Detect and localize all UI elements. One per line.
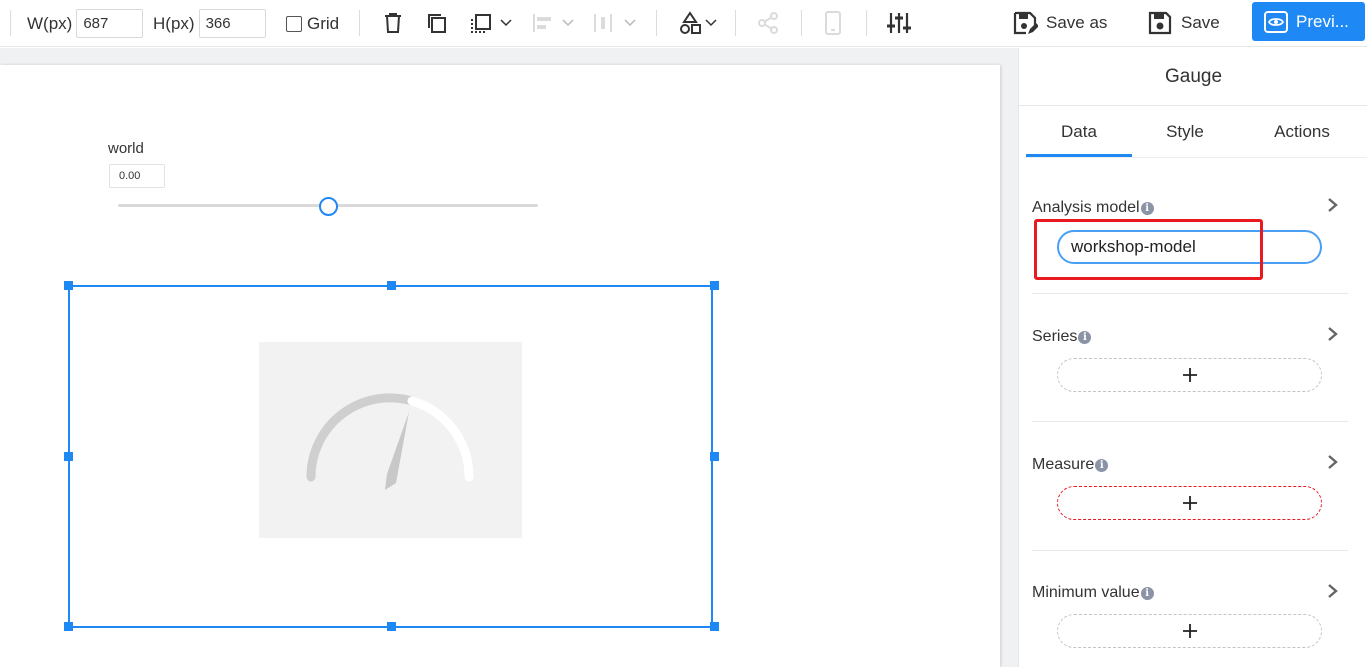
copy-icon[interactable]	[422, 8, 452, 38]
active-tab-indicator	[1026, 154, 1132, 157]
tab-data[interactable]: Data	[1026, 107, 1132, 157]
toolbar: W(px) 687 H(px) 366 Grid Save as Save Pr…	[0, 0, 1367, 47]
info-icon[interactable]: i	[1140, 586, 1154, 600]
width-control: W(px) 687	[27, 0, 144, 47]
grid-toggle[interactable]: Grid	[286, 0, 339, 47]
save-as-icon	[1013, 11, 1038, 35]
align-left-icon[interactable]	[528, 8, 558, 38]
chevron-right-icon[interactable]	[1326, 454, 1340, 470]
tabs-divider	[1026, 157, 1367, 158]
resize-handle[interactable]	[710, 622, 719, 631]
slider-label: world	[108, 140, 144, 157]
width-input[interactable]: 687	[76, 9, 144, 38]
section-divider	[1032, 421, 1348, 422]
info-icon[interactable]: i	[1078, 330, 1092, 344]
section-divider	[1032, 550, 1348, 551]
design-canvas[interactable]: world 0.00	[0, 65, 1000, 667]
toolbar-divider	[359, 10, 360, 36]
distribute-icon[interactable]	[588, 8, 618, 38]
preview-label: Previ...	[1296, 11, 1349, 31]
minimum-value-label: Minimum value	[1032, 584, 1140, 601]
plus-icon	[1182, 624, 1197, 638]
section-divider	[1032, 293, 1348, 294]
highlight-box	[1034, 219, 1263, 280]
plus-icon	[1182, 368, 1197, 382]
resize-handle[interactable]	[387, 281, 396, 290]
resize-handle[interactable]	[64, 452, 73, 461]
chevron-right-icon[interactable]	[1326, 583, 1340, 599]
save-label: Save	[1181, 13, 1220, 32]
info-icon[interactable]: i	[1095, 458, 1109, 472]
properties-panel: Gauge Data Style Actions Analysis model …	[1018, 48, 1367, 667]
layer-icon[interactable]	[466, 8, 496, 38]
save-as-label: Save as	[1046, 13, 1108, 32]
resize-handle[interactable]	[710, 281, 719, 290]
toolbar-divider	[866, 10, 867, 36]
width-label: W(px)	[27, 13, 73, 33]
series-title: Series i	[1032, 328, 1092, 346]
grid-label: Grid	[307, 13, 340, 33]
plus-icon	[1182, 496, 1197, 510]
height-control: H(px) 366	[153, 0, 266, 47]
add-minimum-value-button[interactable]	[1057, 614, 1322, 648]
measure-label: Measure	[1032, 456, 1095, 473]
save-icon	[1148, 11, 1172, 35]
chevron-down-icon[interactable]	[500, 17, 512, 27]
add-series-button[interactable]	[1057, 358, 1322, 392]
add-measure-button[interactable]	[1057, 486, 1322, 520]
toolbar-divider	[735, 10, 736, 36]
grid-checkbox[interactable]	[286, 15, 302, 32]
save-as-button[interactable]: Save as	[1012, 6, 1107, 40]
height-input[interactable]: 366	[198, 9, 266, 38]
chevron-right-icon[interactable]	[1326, 197, 1340, 213]
tab-style[interactable]: Style	[1132, 107, 1238, 157]
toolbar-divider	[801, 10, 802, 36]
toolbar-divider	[656, 10, 657, 36]
analysis-model-label: Analysis model	[1032, 199, 1140, 216]
resize-handle[interactable]	[64, 622, 73, 631]
resize-handle[interactable]	[64, 281, 73, 290]
gauge-icon	[306, 393, 474, 490]
toolbar-divider	[10, 10, 11, 36]
minimum-value-title: Minimum value i	[1032, 584, 1154, 602]
eye-icon	[1264, 10, 1288, 33]
slider-thumb[interactable]	[318, 197, 338, 216]
canvas-area: world 0.00	[0, 48, 1018, 667]
settings-sliders-icon[interactable]	[884, 8, 914, 38]
tab-actions[interactable]: Actions	[1247, 107, 1357, 157]
resize-handle[interactable]	[387, 622, 396, 631]
series-label: Series	[1032, 328, 1078, 345]
chevron-right-icon[interactable]	[1326, 326, 1340, 342]
mobile-icon[interactable]	[818, 8, 848, 38]
gauge-placeholder	[259, 342, 522, 538]
analysis-model-title: Analysis model i	[1032, 199, 1154, 217]
info-icon[interactable]: i	[1140, 201, 1154, 215]
chevron-down-icon[interactable]	[562, 17, 574, 27]
slider-value-input[interactable]: 0.00	[109, 164, 165, 188]
shapes-icon[interactable]	[675, 8, 705, 38]
delete-icon[interactable]	[378, 8, 408, 38]
chevron-down-icon[interactable]	[624, 17, 636, 27]
save-button[interactable]: Save	[1147, 6, 1220, 40]
chevron-down-icon[interactable]	[705, 17, 717, 27]
preview-button[interactable]: Previ...	[1252, 2, 1365, 41]
share-icon[interactable]	[753, 8, 783, 38]
panel-title: Gauge	[1019, 48, 1367, 106]
measure-title: Measure i	[1032, 456, 1109, 474]
resize-handle[interactable]	[710, 452, 719, 461]
height-label: H(px)	[153, 13, 195, 33]
